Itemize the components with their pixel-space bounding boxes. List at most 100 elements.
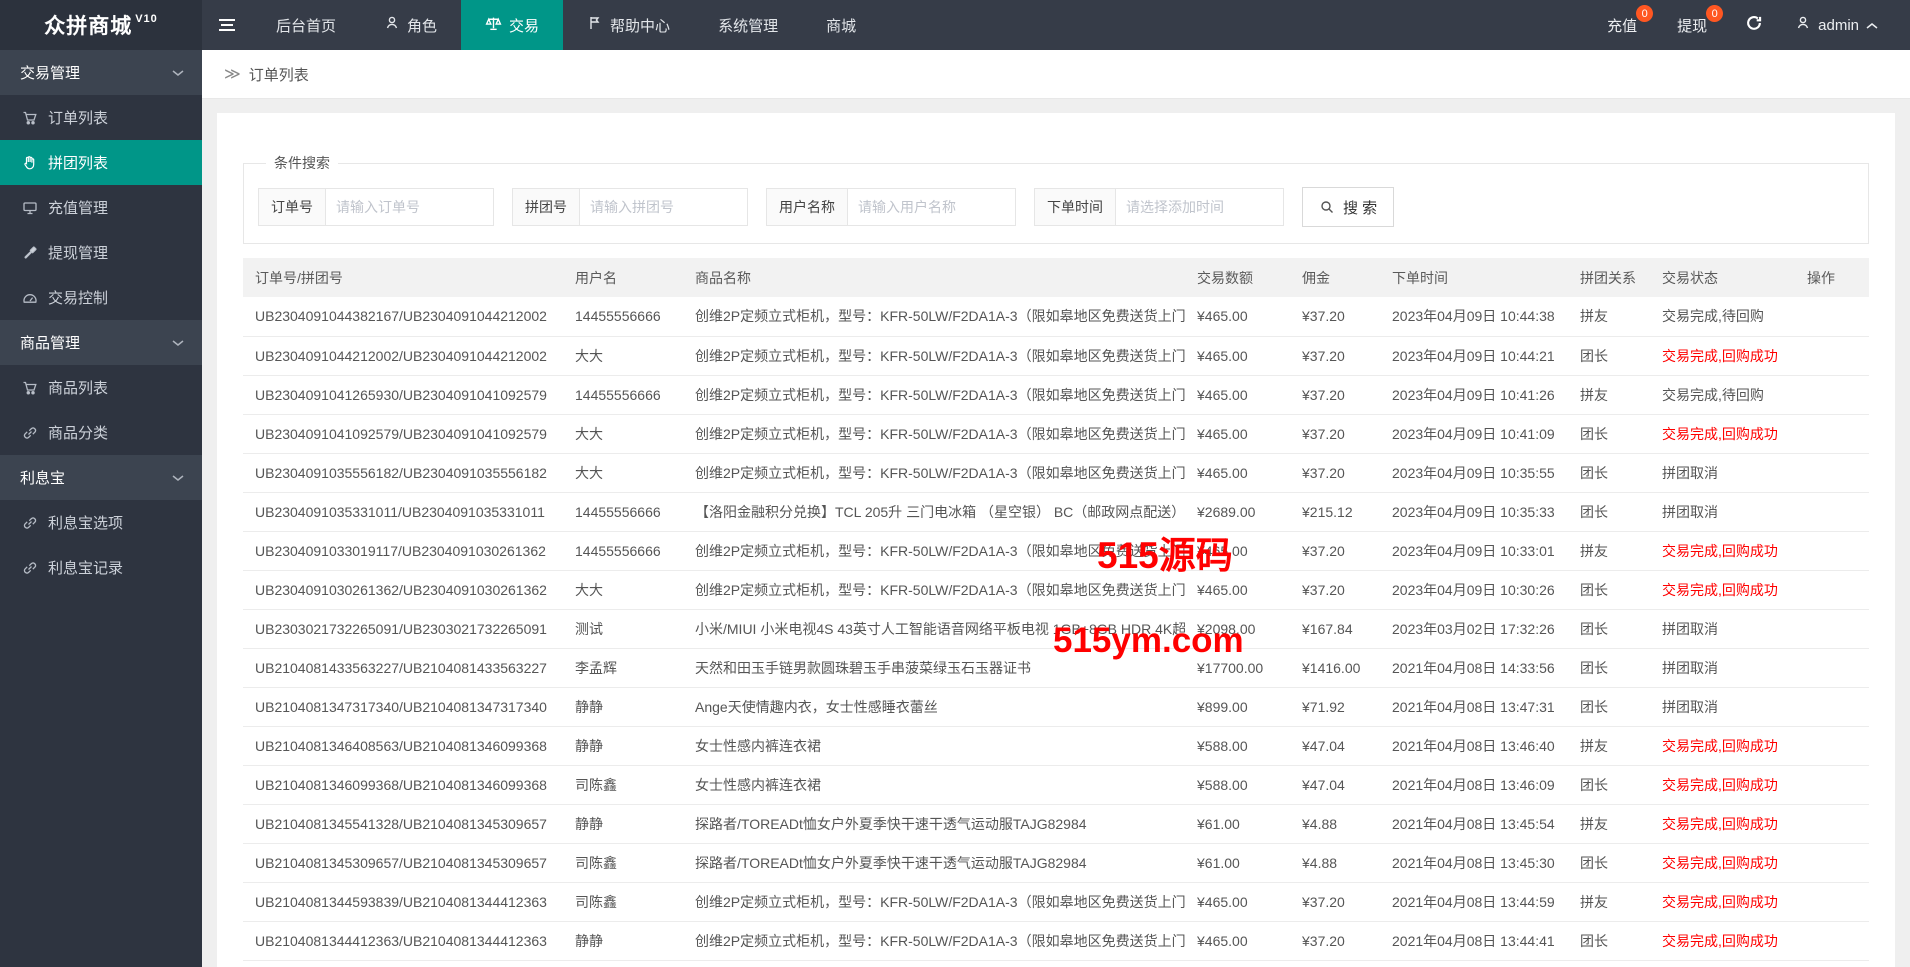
app-version: V10: [135, 13, 158, 25]
cell-status: 交易完成,回购成功: [1650, 414, 1795, 454]
sidebar-item-order-list[interactable]: 订单列表: [0, 95, 202, 140]
main-area: ≫ 订单列表 条件搜索 订单号 拼团号 用户名称 下单时间: [202, 0, 1910, 967]
cell-order-time: 2023年04月09日 10:41:26: [1380, 375, 1568, 415]
sidebar-item-goods-list[interactable]: 商品列表: [0, 365, 202, 410]
cell-product-name: 创维2P定频立式柜机，型号：KFR-50LW/F2DA1A-3（限如皋地区免费送…: [683, 570, 1185, 610]
group-no-input[interactable]: [580, 188, 748, 226]
topmenu-item-system[interactable]: 系统管理: [694, 0, 802, 50]
cell-commission: ¥37.20: [1290, 453, 1380, 493]
cell-amount: ¥2098.00: [1185, 609, 1290, 649]
cell-order-no: UB2304091041265930/UB2304091041092579: [243, 375, 563, 415]
cell-order-no: UB2304091044212002/UB2304091044212002: [243, 336, 563, 376]
cell-status: 拼团取消: [1650, 687, 1795, 727]
cell-order-time: 2021年04月08日 13:45:30: [1380, 843, 1568, 883]
cell-product-name: 创维2P定频立式柜机，型号：KFR-50LW/F2DA1A-3（限如皋地区免费送…: [683, 960, 1185, 967]
filter-order-no: 订单号: [258, 188, 494, 226]
filter-order-time: 下单时间: [1034, 188, 1284, 226]
cell-order-no: UB2104081347317340/UB2104081347317340: [243, 687, 563, 727]
cell-order-no: UB2304091033019117/UB2304091030261362: [243, 531, 563, 571]
username: admin: [1818, 16, 1859, 34]
sidebar-item-recharge-mgmt[interactable]: 充值管理: [0, 185, 202, 230]
refresh-button[interactable]: [1727, 0, 1781, 50]
cell-relation: 团长: [1568, 765, 1650, 805]
cell-amount: ¥61.00: [1185, 804, 1290, 844]
sidebar: 交易管理 订单列表 拼团列表 充值管理 提现管理 交易控制 商品管理 商品列表 …: [0, 50, 202, 967]
sidebar-item-trade-control[interactable]: 交易控制: [0, 275, 202, 320]
table-row: UB2104081433563227/UB2104081433563227 李孟…: [243, 648, 1869, 688]
cell-commission: ¥37.20: [1290, 882, 1380, 922]
cell-product-name: Ange天使情趣内衣，女士性感睡衣蕾丝: [683, 687, 1185, 727]
topmenu-item-help[interactable]: 帮助中心: [563, 0, 694, 50]
topbar-right: 充值 0 提现 0 admin: [1587, 0, 1910, 50]
sidebar-item-lixibao-records[interactable]: 利息宝记录: [0, 545, 202, 590]
sidebar-group-trade[interactable]: 交易管理: [0, 50, 202, 95]
cell-product-name: 创维2P定频立式柜机，型号：KFR-50LW/F2DA1A-3（限如皋地区免费送…: [683, 921, 1185, 961]
page-title: 订单列表: [248, 66, 309, 84]
topmenu-item-role[interactable]: 角色: [360, 0, 461, 50]
col-amount: 交易数额: [1185, 258, 1290, 297]
cell-order-no: UB2104081345541328/UB2104081345309657: [243, 804, 563, 844]
cell-amount: ¥465.00: [1185, 375, 1290, 415]
chevron-down-icon: [172, 339, 184, 346]
top-menu: 后台首页 角色 交易 帮助中心 系统管理 商城: [252, 0, 880, 50]
cell-order-time: 2021年04月08日 13:45:54: [1380, 804, 1568, 844]
cell-amount: ¥465.00: [1185, 882, 1290, 922]
col-commission: 佣金: [1290, 258, 1380, 297]
sidebar-item-group-list[interactable]: 拼团列表: [0, 140, 202, 185]
cell-order-no: UB2104081344412363/UB2104081344412363: [243, 921, 563, 961]
cell-action: [1795, 687, 1869, 727]
topmenu-item-trade[interactable]: 交易: [461, 0, 564, 50]
search-legend: 条件搜索: [274, 155, 330, 171]
topmenu-label: 交易: [509, 17, 540, 35]
cell-order-time: 2021年04月08日 13:44:59: [1380, 882, 1568, 922]
order-no-input[interactable]: [326, 188, 494, 226]
sidebar-group-goods[interactable]: 商品管理: [0, 320, 202, 365]
cell-order-time: 2021年04月08日 13:46:40: [1380, 726, 1568, 766]
cell-amount: ¥61.00: [1185, 843, 1290, 883]
cell-amount: ¥465.00: [1185, 531, 1290, 571]
cell-order-time: 2023年03月02日 17:32:26: [1380, 609, 1568, 649]
cell-commission: ¥37.20: [1290, 336, 1380, 376]
cell-relation: 拼友: [1568, 531, 1650, 571]
topmenu-item-mall[interactable]: 商城: [802, 0, 880, 50]
cell-user-name: 14455556666: [563, 531, 683, 571]
link-icon: [23, 426, 37, 439]
sidebar-item-label: 利息宝选项: [48, 515, 124, 532]
filter-label: 用户名称: [766, 188, 848, 226]
topmenu-label: 帮助中心: [610, 17, 671, 35]
cell-amount: ¥465.00: [1185, 570, 1290, 610]
sidebar-item-withdraw-mgmt[interactable]: 提现管理: [0, 230, 202, 275]
topmenu-label: 后台首页: [276, 17, 337, 35]
cell-relation: 团长: [1568, 687, 1650, 727]
cell-product-name: 女士性感内裤连衣裙: [683, 726, 1185, 766]
cell-commission: ¥37.20: [1290, 960, 1380, 967]
table-row: UB2303021732265091/UB2303021732265091 测试…: [243, 609, 1869, 649]
user-name-input[interactable]: [848, 188, 1016, 226]
recharge-button[interactable]: 充值 0: [1587, 0, 1657, 50]
app-title: 众拼商城: [44, 15, 133, 38]
cell-commission: ¥37.20: [1290, 531, 1380, 571]
order-table-body: UB2304091044382167/UB2304091044212002 14…: [243, 297, 1869, 967]
search-button[interactable]: 搜 索: [1302, 187, 1395, 227]
cell-product-name: 小米/MIUI 小米电视4S 43英寸人工智能语音网络平板电视 1GB+8GB …: [683, 609, 1185, 649]
cell-status: 交易完成,回购成功: [1650, 336, 1795, 376]
search-panel: 条件搜索 订单号 拼团号 用户名称 下单时间: [243, 153, 1869, 244]
flag-icon: [587, 15, 603, 35]
cell-user-name: 14455556666: [563, 375, 683, 415]
cell-order-no: UB2304091044382167/UB2304091044212002: [243, 297, 563, 337]
table-row: UB2104081347317340/UB2104081347317340 静静…: [243, 687, 1869, 727]
menu-toggle-icon[interactable]: [202, 0, 252, 50]
cell-user-name: 14455556666: [563, 297, 683, 337]
table-row: UB2104081345541328/UB2104081345309657 静静…: [243, 804, 1869, 844]
withdraw-button[interactable]: 提现 0: [1657, 0, 1727, 50]
order-time-input[interactable]: [1116, 188, 1284, 226]
user-menu[interactable]: admin: [1781, 0, 1892, 50]
sidebar-item-goods-category[interactable]: 商品分类: [0, 410, 202, 455]
sidebar-item-lixibao-options[interactable]: 利息宝选项: [0, 500, 202, 545]
cell-status: 交易完成,回购成功: [1650, 921, 1795, 961]
cell-status: 交易完成,回购成功: [1650, 726, 1795, 766]
sidebar-group-lixibao[interactable]: 利息宝: [0, 455, 202, 500]
topmenu-item-home[interactable]: 后台首页: [252, 0, 360, 50]
cell-status: 拼团取消: [1650, 609, 1795, 649]
search-icon: [1321, 201, 1333, 213]
